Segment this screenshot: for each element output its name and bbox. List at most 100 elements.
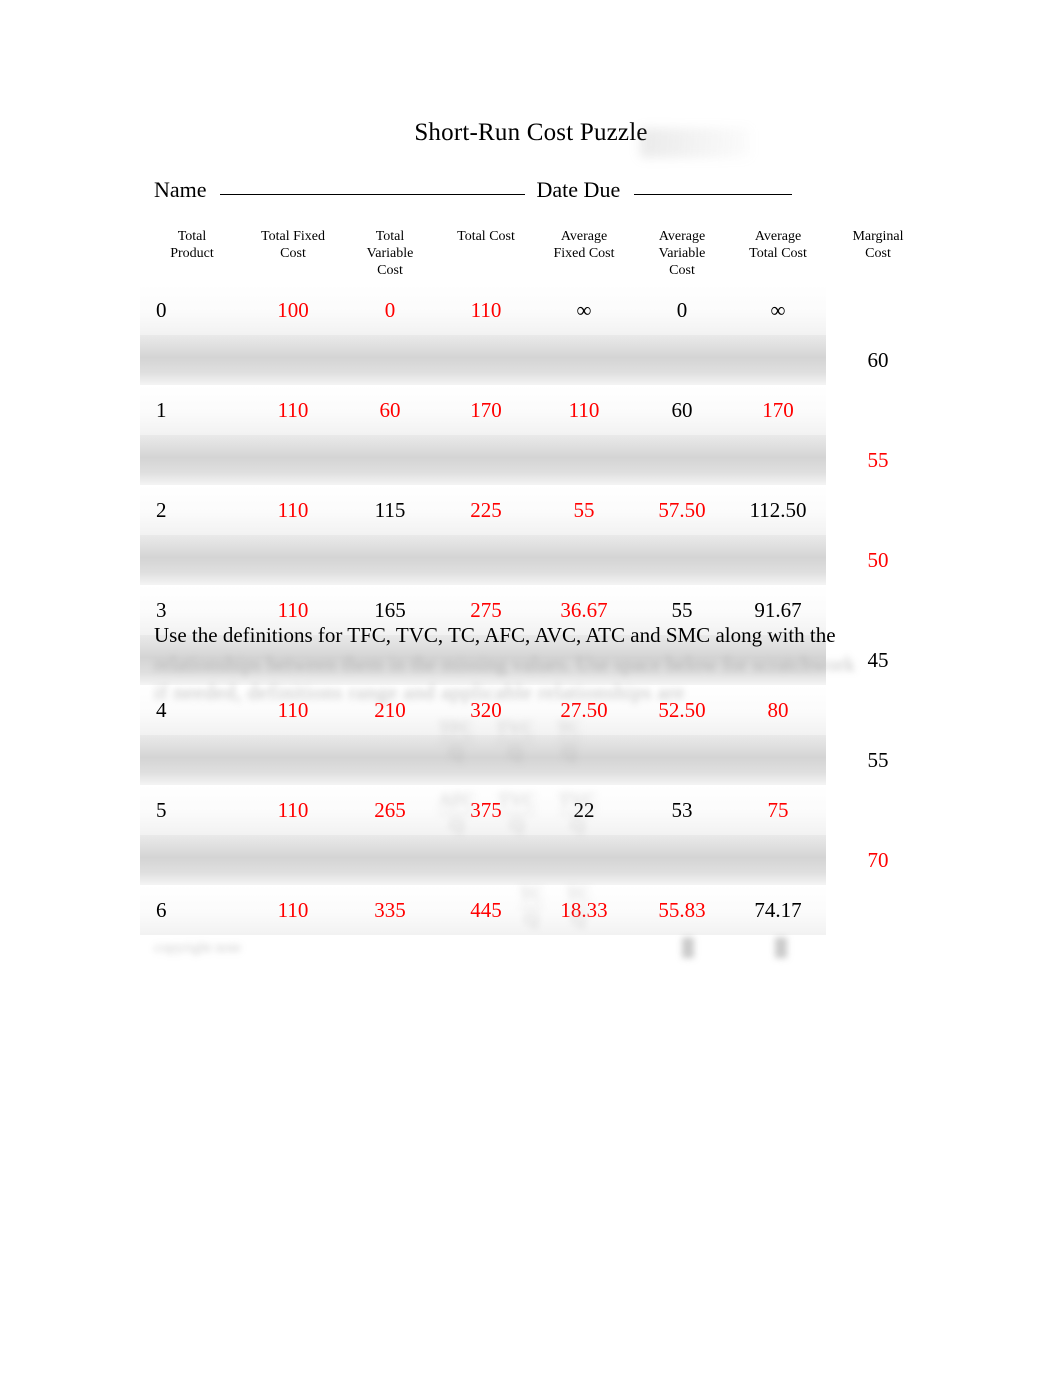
formula-group-3-illegible: TC Q TC Q	[425, 884, 685, 931]
gap-cell	[730, 735, 826, 785]
gap-cell	[244, 435, 342, 485]
cell-marginal-cost[interactable]: 50	[826, 535, 930, 585]
cell-total-fixed-cost[interactable]: 110	[244, 785, 342, 835]
gap-cell	[730, 535, 826, 585]
gap-cell	[244, 535, 342, 585]
cell-total-product[interactable]: 6	[140, 885, 244, 935]
cell-total-product[interactable]: 1	[140, 385, 244, 435]
fraction: TC Q	[557, 718, 582, 764]
cell-average-total-cost[interactable]: ∞	[730, 285, 826, 335]
table-row: 2 110 115 225 55 57.50 112.50	[140, 485, 930, 535]
instructions-line-2-illegible: relationships between them in the missin…	[154, 652, 855, 676]
column-header-average-variable-cost: Average Variable Cost	[658, 229, 706, 278]
cell-average-variable-cost[interactable]: 60	[634, 385, 730, 435]
gap-cell	[244, 335, 342, 385]
cell-marginal-cost[interactable]: 55	[826, 435, 930, 485]
cell-total-product[interactable]: 0	[140, 285, 244, 335]
column-header-marginal-cost: Marginal Cost	[852, 229, 904, 261]
table-row: 1 110 60 170 110 60 170	[140, 385, 930, 435]
gap-cell	[634, 535, 730, 585]
cell-average-fixed-cost[interactable]: ∞	[534, 285, 634, 335]
gap-cell	[634, 835, 730, 885]
gap-cell	[534, 335, 634, 385]
cell-total-fixed-cost[interactable]: 110	[244, 485, 342, 535]
column-header-total-fixed-cost: Total Fixed Cost	[261, 229, 325, 261]
date-due-blank-field[interactable]	[633, 194, 792, 195]
marginal-cost-row: 70	[140, 835, 930, 885]
cell-total-fixed-cost[interactable]: 110	[244, 385, 342, 435]
table-body: 0 100 0 110 ∞ 0 ∞ 60 1 110 60 170 110 60…	[140, 285, 930, 935]
cell-average-total-cost[interactable]: 170	[730, 385, 826, 435]
column-header-total-variable-cost: Total Variable Cost	[366, 229, 414, 278]
fraction: TVC Q	[558, 790, 597, 836]
cell-marginal-cost[interactable]: 60	[826, 335, 930, 385]
page-title-container: Short-Run Cost Puzzle	[0, 118, 1062, 148]
cell-marginal-cost-spacer	[826, 285, 930, 335]
cell-marginal-cost-spacer	[826, 485, 930, 535]
name-blank-field[interactable]	[220, 194, 526, 195]
fraction: AFC Q	[438, 790, 476, 836]
cell-total-product[interactable]: 5	[140, 785, 244, 835]
cell-average-variable-cost[interactable]: 57.50	[634, 485, 730, 535]
column-header-average-fixed-cost: Average Fixed Cost	[553, 229, 615, 261]
name-label: Name	[154, 177, 207, 202]
fraction-bar	[438, 813, 476, 814]
cell-total-product[interactable]: 2	[140, 485, 244, 535]
gap-cell	[438, 335, 534, 385]
cell-total-variable-cost[interactable]: 115	[342, 485, 438, 535]
fraction: TC Q	[566, 884, 591, 930]
date-due-label: Date Due	[536, 177, 621, 202]
column-header-average-total-cost: Average Total Cost	[749, 229, 807, 261]
cell-average-total-cost[interactable]: 112.50	[730, 485, 826, 535]
footer-mark-left: █	[682, 938, 695, 957]
cell-average-fixed-cost[interactable]: 110	[534, 385, 634, 435]
scan-smudge-artifact	[640, 128, 750, 158]
name-date-line: Name Date Due	[154, 176, 944, 204]
gap-cell	[244, 735, 342, 785]
instructions-paragraph: Use the definitions for TFC, TVC, TC, AF…	[154, 622, 894, 705]
footer-mark-right: █	[775, 938, 788, 957]
cell-marginal-cost[interactable]: 70	[826, 835, 930, 885]
cell-total-cost[interactable]: 110	[438, 285, 534, 335]
document-page: Short-Run Cost Puzzle Name Date Due Tota…	[0, 0, 1062, 1377]
cell-marginal-cost[interactable]: 55	[826, 735, 930, 785]
cell-average-variable-cost[interactable]: 0	[634, 285, 730, 335]
cell-total-cost[interactable]: 170	[438, 385, 534, 435]
gap-cell	[140, 535, 244, 585]
cell-average-total-cost[interactable]: 75	[730, 785, 826, 835]
fraction-bar	[438, 741, 474, 742]
gap-cell	[730, 435, 826, 485]
gap-cell	[140, 835, 244, 885]
column-header-total-cost: Total Cost	[457, 229, 515, 244]
gap-cell	[730, 835, 826, 885]
fraction-bar	[566, 907, 591, 908]
column-header-total-product: Total Product	[170, 229, 214, 261]
cell-average-fixed-cost[interactable]: 55	[534, 485, 634, 535]
fraction-bar	[496, 741, 535, 742]
fraction-bar	[558, 813, 597, 814]
cell-total-variable-cost[interactable]: 335	[342, 885, 438, 935]
cell-average-total-cost[interactable]: 74.17	[730, 885, 826, 935]
marginal-cost-row: 50	[140, 535, 930, 585]
gap-cell	[140, 335, 244, 385]
cell-average-variable-cost[interactable]: 53	[634, 785, 730, 835]
fraction: TVC Q	[496, 718, 535, 764]
cell-total-cost[interactable]: 225	[438, 485, 534, 535]
gap-cell	[342, 835, 438, 885]
formula-group-2-illegible: AFC Q TVC Q TVC Q	[395, 790, 640, 837]
cell-total-fixed-cost[interactable]: 100	[244, 285, 342, 335]
gap-cell	[140, 435, 244, 485]
gap-cell	[342, 535, 438, 585]
cell-marginal-cost-spacer	[826, 385, 930, 435]
cell-total-variable-cost[interactable]: 60	[342, 385, 438, 435]
gap-cell	[534, 435, 634, 485]
gap-cell	[634, 435, 730, 485]
fraction-bar	[497, 813, 536, 814]
table-row: 0 100 0 110 ∞ 0 ∞	[140, 285, 930, 335]
instructions-line-1: Use the definitions for TFC, TVC, TC, AF…	[154, 623, 836, 647]
cell-marginal-cost-spacer	[826, 885, 930, 935]
gap-cell	[438, 435, 534, 485]
cell-total-variable-cost[interactable]: 0	[342, 285, 438, 335]
cell-total-fixed-cost[interactable]: 110	[244, 885, 342, 935]
gap-cell	[534, 835, 634, 885]
